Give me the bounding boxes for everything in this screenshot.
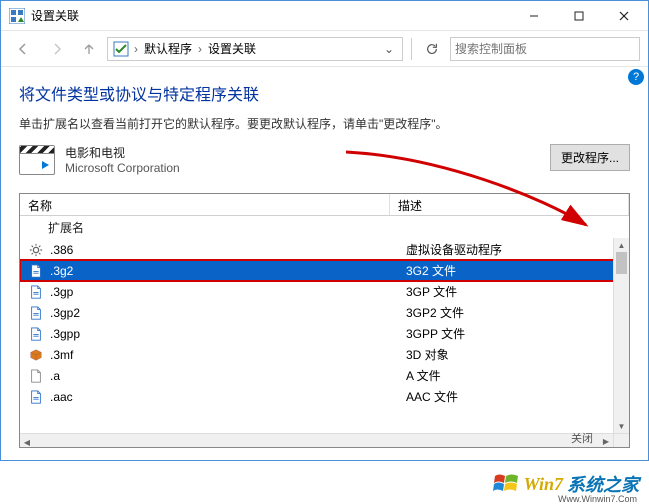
close-button[interactable] [601,1,646,30]
app-icon [9,8,25,24]
back-button[interactable] [9,35,37,63]
vertical-scrollbar[interactable]: ▲ ▼ [613,238,629,433]
extension-desc: 虚拟设备驱动程序 [406,241,629,258]
scroll-thumb[interactable] [616,252,627,274]
file-type-icon [28,284,44,300]
refresh-button[interactable] [420,37,444,61]
list-item[interactable]: .3g23G2 文件 [20,260,629,281]
page-heading: 将文件类型或协议与特定程序关联 [19,81,630,105]
extension-desc: 3GP 文件 [406,283,629,300]
separator [411,38,412,60]
watermark-text-1: Win7 [524,474,563,495]
window: 设置关联 › 默认程序 › 设置关联 ⌄ ? 将文件类型或协议与特定程序关联 单… [0,0,649,461]
breadcrumb-seg-2[interactable]: 设置关联 [204,38,260,59]
movies-tv-icon [19,145,55,175]
scrollbar-corner [613,433,629,447]
chevron-right-icon: › [196,42,204,56]
column-name[interactable]: 名称 [20,194,390,215]
close-link[interactable]: 关闭 [571,430,593,446]
list-item[interactable]: .aacAAC 文件 [20,386,629,407]
list-header: 名称 描述 [20,194,629,216]
maximize-button[interactable] [556,1,601,30]
chevron-down-icon[interactable]: ⌄ [378,42,400,56]
group-header: 扩展名 [20,216,629,239]
extension-desc: 3G2 文件 [406,262,629,279]
extension-desc: A 文件 [406,367,629,384]
extension-name: .3mf [50,348,406,362]
list-item[interactable]: .3gp23GP2 文件 [20,302,629,323]
breadcrumb[interactable]: › 默认程序 › 设置关联 ⌄ [107,37,403,61]
extension-name: .a [50,369,406,383]
list-item[interactable]: .3gpp3GPP 文件 [20,323,629,344]
file-type-icon [28,389,44,405]
file-type-icon [28,368,44,384]
up-button[interactable] [77,35,101,63]
help-button[interactable]: ? [628,69,644,85]
extension-desc: 3GP2 文件 [406,304,629,321]
window-controls [511,1,646,30]
list-item[interactable]: .3gp3GP 文件 [20,281,629,302]
content-area: ? 将文件类型或协议与特定程序关联 单击扩展名以查看当前打开它的默认程序。要更改… [1,67,648,460]
windows-logo-icon [492,470,520,498]
extension-name: .3gpp [50,327,406,341]
extension-name: .386 [50,243,406,257]
extension-name: .3g2 [50,264,406,278]
breadcrumb-seg-1[interactable]: 默认程序 [140,38,196,59]
list-item[interactable]: .3mf3D 对象 [20,344,629,365]
scroll-area: 扩展名.386虚拟设备驱动程序.3g23G2 文件.3gp3GP 文件.3gp2… [20,216,629,447]
extension-name: .3gp [50,285,406,299]
breadcrumb-icon [112,40,130,58]
file-type-icon [28,263,44,279]
program-row: 电影和电视 Microsoft Corporation 更改程序... [19,144,630,175]
scroll-up-button[interactable]: ▲ [614,238,629,252]
file-type-icon [28,347,44,363]
window-title: 设置关联 [31,7,79,24]
chevron-right-icon: › [132,42,140,56]
forward-button[interactable] [43,35,71,63]
list-item[interactable]: .386虚拟设备驱动程序 [20,239,629,260]
extension-desc: AAC 文件 [406,388,629,405]
navbar: › 默认程序 › 设置关联 ⌄ [1,31,648,67]
horizontal-scrollbar[interactable]: ◀ ▶ [20,433,613,447]
extension-name: .3gp2 [50,306,406,320]
titlebar: 设置关联 [1,1,648,31]
extension-desc: 3D 对象 [406,346,629,363]
list-item[interactable]: .aA 文件 [20,365,629,386]
page-subtext: 单击扩展名以查看当前打开它的默认程序。要更改默认程序，请单击"更改程序"。 [19,115,630,132]
extension-name: .aac [50,390,406,404]
scroll-left-button[interactable]: ◀ [20,436,34,448]
change-program-button[interactable]: 更改程序... [550,144,630,171]
file-type-icon [28,242,44,258]
search-input[interactable] [450,37,640,61]
file-type-icon [28,326,44,342]
program-corp: Microsoft Corporation [65,161,180,175]
column-desc[interactable]: 描述 [390,194,629,215]
file-type-icon [28,305,44,321]
file-association-list: 名称 描述 扩展名.386虚拟设备驱动程序.3g23G2 文件.3gp3GP 文… [19,193,630,448]
watermark-url: Www.Winwin7.Com [558,494,637,504]
scroll-down-button[interactable]: ▼ [614,419,629,433]
extension-desc: 3GPP 文件 [406,325,629,342]
scroll-right-button[interactable]: ▶ [599,434,613,447]
minimize-button[interactable] [511,1,556,30]
program-name: 电影和电视 [65,144,180,161]
